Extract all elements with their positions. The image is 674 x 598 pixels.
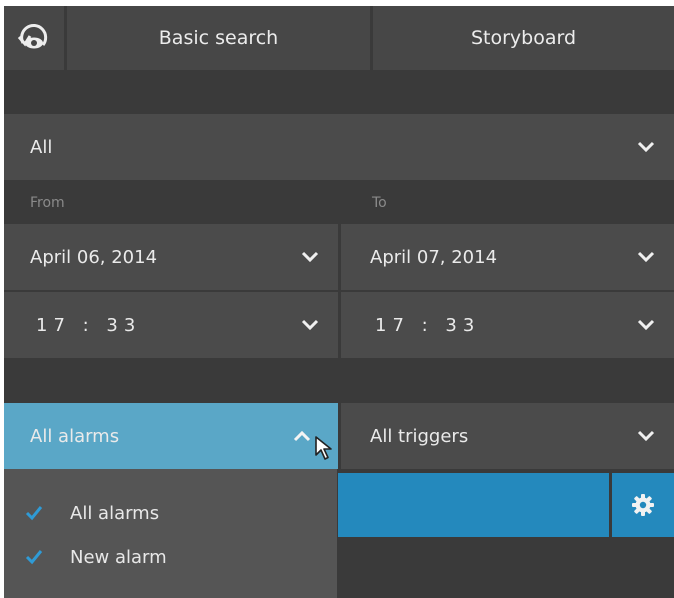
menu-item-all-alarms[interactable]: All alarms <box>4 491 337 535</box>
chevron-down-icon <box>637 319 655 331</box>
chevron-down-icon <box>637 251 655 263</box>
chevron-down-icon <box>301 251 319 263</box>
filter-dropdown[interactable]: All <box>4 114 674 180</box>
to-label: To <box>372 195 387 211</box>
back-button[interactable] <box>4 6 64 70</box>
to-time-value: 17 : 33 <box>375 314 481 336</box>
from-label: From <box>30 195 65 211</box>
menu-item-new-alarm[interactable]: New alarm <box>4 535 337 579</box>
tab-basic-search[interactable]: Basic search <box>67 6 370 70</box>
from-date-value: April 06, 2014 <box>30 246 158 268</box>
check-icon <box>25 506 43 521</box>
alarm-type-value: All alarms <box>30 425 120 447</box>
check-icon <box>25 550 43 565</box>
tab-storyboard[interactable]: Storyboard <box>373 6 674 70</box>
menu-item-label: New alarm <box>70 546 167 568</box>
mouse-cursor-icon <box>315 436 332 460</box>
to-date-dropdown[interactable]: April 07, 2014 <box>341 224 674 290</box>
search-panel: Basic search Storyboard All From To Apri… <box>4 6 674 598</box>
triggers-dropdown[interactable]: All triggers <box>341 403 674 469</box>
menu-item-label: All alarms <box>70 502 160 524</box>
from-time-value: 17 : 33 <box>36 314 142 336</box>
alarm-type-dropdown[interactable]: All alarms <box>4 403 338 469</box>
alarm-type-menu: All alarms New alarm <box>4 469 337 598</box>
settings-button[interactable] <box>612 473 674 537</box>
triggers-value: All triggers <box>370 425 469 447</box>
to-time-dropdown[interactable]: 17 : 33 <box>341 292 674 358</box>
search-button[interactable] <box>338 473 609 537</box>
chevron-up-icon <box>293 430 311 442</box>
chevron-down-icon <box>637 430 655 442</box>
from-date-dropdown[interactable]: April 06, 2014 <box>4 224 338 290</box>
to-date-value: April 07, 2014 <box>370 246 498 268</box>
chevron-down-icon <box>301 319 319 331</box>
from-time-dropdown[interactable]: 17 : 33 <box>4 292 338 358</box>
filter-dropdown-value: All <box>30 136 53 158</box>
back-eye-icon <box>17 24 48 49</box>
gear-icon <box>632 494 654 516</box>
chevron-down-icon <box>637 141 655 153</box>
